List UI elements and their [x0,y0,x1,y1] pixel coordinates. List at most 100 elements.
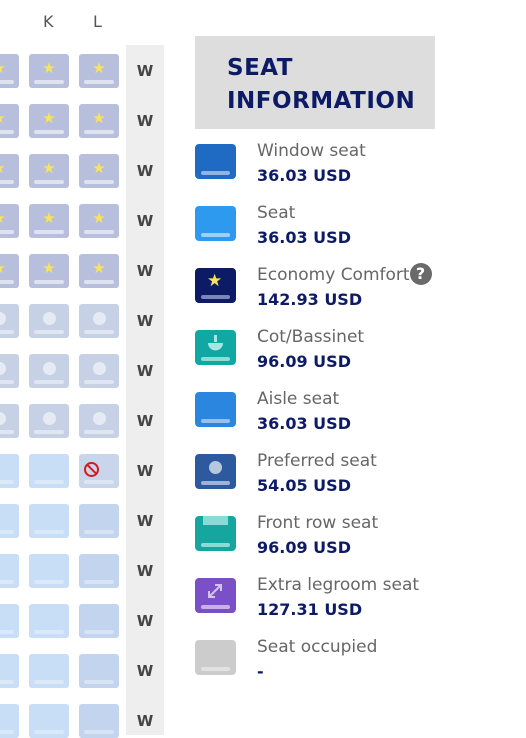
legend-item-seat: Seat 36.03 USD [195,203,515,256]
legend-item-seat-occupied: Seat occupied - [195,637,515,690]
seat-window[interactable] [0,504,19,538]
window-row-marker: W [136,62,154,80]
seat-preferred[interactable] [29,354,69,388]
seat-preferred[interactable] [0,354,19,388]
help-icon[interactable]: ? [409,263,432,285]
seat-information-header: SEAT INFORMATION [195,36,435,129]
seat-economy-comfort[interactable]: ★ [29,254,69,288]
window-seat-swatch [195,144,236,179]
window-marker-strip [126,45,164,735]
window-row-marker: W [136,112,154,130]
person-icon [92,361,106,375]
person-icon [0,311,6,325]
seat-economy-comfort[interactable]: ★ [79,54,119,88]
seat-preferred[interactable] [79,404,119,438]
legend-label: Front row seat [257,513,379,533]
seat-preferred[interactable] [0,404,19,438]
legend-price: 54.05 USD [257,476,351,495]
seat-economy-comfort[interactable]: ★ [79,154,119,188]
star-icon: ★ [42,259,56,277]
legend-price: 96.09 USD [257,352,351,371]
seat-aisle[interactable] [79,654,119,688]
window-row-marker: W [136,312,154,330]
star-icon: ★ [0,159,6,177]
seat-economy-comfort[interactable]: ★ [79,204,119,238]
economy-comfort-label: Economy Comfort [257,265,410,285]
seat-preferred[interactable] [79,354,119,388]
star-icon: ★ [92,59,106,77]
seat-occupied-swatch [195,640,236,675]
seat-aisle[interactable] [79,704,119,738]
seat-economy-comfort[interactable]: ★ [29,54,69,88]
window-row-marker: W [136,362,154,380]
legend-item-cot-bassinet: Cot/Bassinet 96.09 USD [195,327,515,380]
seat-economy-comfort[interactable]: ★ [0,54,19,88]
legend-price: 36.03 USD [257,414,351,433]
seat-economy-comfort[interactable]: ★ [0,154,19,188]
seat-aisle[interactable] [79,604,119,638]
seat-window[interactable] [29,704,69,738]
seat-information-title-line1: SEAT [227,55,293,81]
window-row-marker: W [136,462,154,480]
seat-economy-comfort[interactable]: ★ [79,254,119,288]
preferred-seat-swatch [195,454,236,489]
star-icon: ★ [42,159,56,177]
seat-window[interactable] [0,454,19,488]
window-row-marker: W [136,562,154,580]
seat-economy-comfort[interactable]: ★ [0,104,19,138]
seat-economy-comfort[interactable]: ★ [0,204,19,238]
column-header-l: L [93,12,102,31]
seat-information-title-line2: INFORMATION [227,88,416,114]
window-row-marker: W [136,662,154,680]
legend-label: Seat occupied [257,637,378,657]
seat-preferred[interactable] [79,304,119,338]
seat-economy-comfort[interactable]: ★ [29,104,69,138]
seat-window[interactable] [29,504,69,538]
legend-label: Economy Comfort? [257,263,432,285]
seat-economy-comfort[interactable]: ★ [29,204,69,238]
legend-label: Extra legroom seat [257,575,420,595]
seat-window[interactable] [29,654,69,688]
star-icon: ★ [92,209,106,227]
seat-window[interactable] [0,654,19,688]
window-row-marker: W [136,262,154,280]
person-icon [42,411,56,425]
seat-preferred[interactable] [29,404,69,438]
legend-item-economy-comfort: ★ Economy Comfort? 142.93 USD [195,263,515,318]
legend-price: 96.09 USD [257,538,351,557]
legend-price: 142.93 USD [257,290,363,309]
seat-window[interactable] [29,604,69,638]
person-icon [209,461,222,474]
column-header-k: K [43,12,54,31]
seat-aisle[interactable] [79,504,119,538]
legend-label: Seat [257,203,296,223]
person-icon [42,361,56,375]
window-row-marker: W [136,712,154,730]
legend-item-window-seat: Window seat 36.03 USD [195,141,515,194]
column-header-j: J [0,12,1,31]
seat-preferred[interactable] [0,304,19,338]
seat-aisle[interactable] [79,554,119,588]
star-icon: ★ [0,109,6,127]
seat-economy-comfort[interactable]: ★ [29,154,69,188]
star-icon: ★ [0,209,6,227]
seat-window[interactable] [0,704,19,738]
seat-unavailable [79,454,119,488]
legend-label: Aisle seat [257,389,340,409]
seat-window[interactable] [29,454,69,488]
seat-window[interactable] [29,554,69,588]
seat-economy-comfort[interactable]: ★ [79,104,119,138]
legend-price: - [257,662,264,681]
seat-economy-comfort[interactable]: ★ [0,254,19,288]
window-row-marker: W [136,612,154,630]
star-icon: ★ [42,59,56,77]
star-icon: ★ [92,259,106,277]
window-row-marker: W [136,212,154,230]
seat-preferred[interactable] [29,304,69,338]
seat-window[interactable] [0,604,19,638]
star-icon: ★ [92,159,106,177]
person-icon [92,311,106,325]
seat-window[interactable] [0,554,19,588]
legend-price: 127.31 USD [257,600,363,619]
legend-item-extra-legroom-seat: Extra legroom seat 127.31 USD [195,575,515,628]
